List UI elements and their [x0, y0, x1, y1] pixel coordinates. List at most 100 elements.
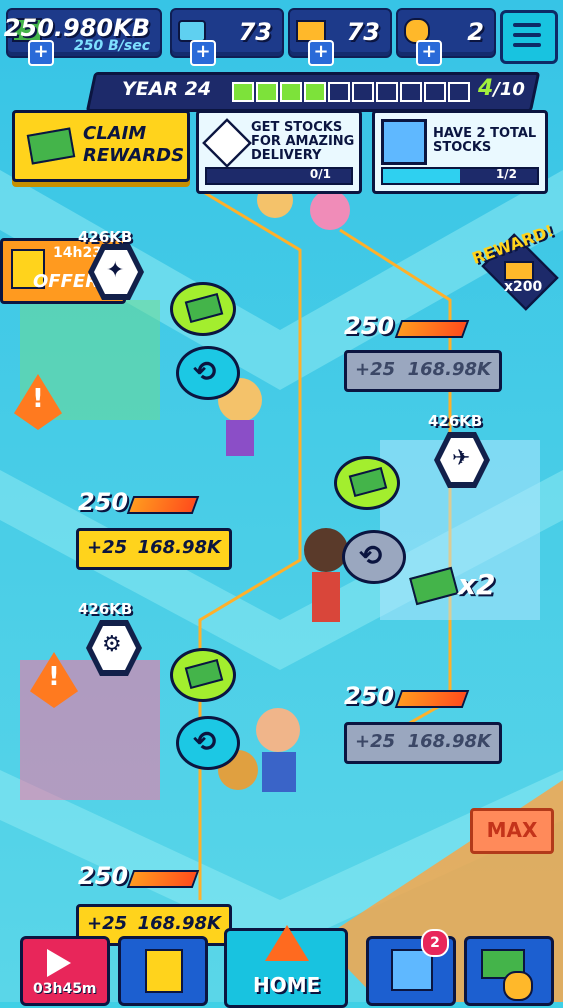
- swap-bubble-2[interactable]: ⟲: [342, 530, 406, 584]
- coins-value: 2: [467, 18, 484, 46]
- quest-2-progress-text: 1/2: [495, 167, 517, 181]
- upgrade-level: 250: [78, 862, 129, 890]
- gold-bar-icon: [296, 20, 326, 42]
- upgrade-arrow-icon: [126, 496, 200, 514]
- swap-icon: ⟲: [359, 539, 383, 572]
- year-segment: [376, 82, 398, 102]
- upgrade-bonus: +25: [87, 537, 128, 558]
- gear-icon: ⚙: [102, 632, 122, 657]
- cards-button[interactable]: [118, 936, 208, 1006]
- claim-label-line2: REWARDS: [83, 145, 185, 166]
- upgrade-bonus: +25: [355, 731, 396, 752]
- gold-value: 73: [346, 18, 380, 46]
- quest-1-line1: GET STOCKS: [251, 120, 343, 135]
- quest-card-stocks-delivery[interactable]: GET STOCKS FOR AMAZING DELIVERY 0/1: [196, 110, 362, 194]
- gold-bar-icon: [504, 261, 534, 281]
- upgrade-button[interactable]: +25 168.98K: [344, 722, 502, 764]
- upgrade-button[interactable]: +25 168.98K: [76, 528, 232, 570]
- collect-cash-bubble-3[interactable]: [170, 648, 236, 702]
- quest-2-line2: STOCKS: [433, 140, 492, 155]
- cash-button[interactable]: [464, 936, 554, 1006]
- video-reward-button[interactable]: 03h45m: [20, 936, 110, 1006]
- quest-2-line1: HAVE 2 TOTAL: [433, 126, 537, 141]
- menu-button[interactable]: [500, 10, 558, 64]
- quest-1-line2: FOR AMAZING: [251, 134, 355, 149]
- upgrade-level: 250: [344, 312, 395, 340]
- quest-1-progress-bar: 0/1: [205, 167, 353, 185]
- upgrade-price: 168.98K: [407, 731, 491, 752]
- coin-stack-icon: [503, 971, 533, 1001]
- kb-resource[interactable]: 250.980KB 250 B/sec +: [4, 8, 162, 66]
- upgrade-price: 168.98K: [407, 359, 491, 380]
- multiplier-label: x2: [458, 568, 496, 601]
- building-2-kb: 426KB: [428, 412, 483, 430]
- quest-1-line3: DELIVERY: [251, 148, 322, 163]
- year-count: 4/10: [478, 76, 525, 101]
- coins-resource[interactable]: 2 +: [396, 8, 496, 66]
- tickets-value: 73: [238, 18, 272, 46]
- add-coins-button[interactable]: +: [416, 40, 442, 66]
- cash-icon: [184, 292, 224, 324]
- year-segment: [448, 82, 470, 102]
- year-segment: [304, 82, 326, 102]
- upgrade-level: 250: [344, 682, 395, 710]
- home-button[interactable]: HOME: [224, 925, 348, 1008]
- hamburger-icon: [513, 23, 541, 27]
- reward-bonus[interactable]: REWARD! x200: [469, 221, 559, 311]
- year-segment: [352, 82, 374, 102]
- max-button[interactable]: MAX: [470, 808, 554, 854]
- cash-icon: [184, 658, 224, 690]
- quest-card-total-stocks[interactable]: HAVE 2 TOTAL STOCKS 1/2: [372, 110, 548, 194]
- upgrade-price: 168.98K: [137, 537, 221, 558]
- claim-rewards-button[interactable]: CLAIM REWARDS: [12, 110, 190, 182]
- home-arrow-icon: [265, 925, 309, 961]
- home-label: HOME: [253, 973, 321, 997]
- swap-icon: ⟲: [193, 725, 217, 758]
- claim-label-line1: CLAIM: [83, 123, 147, 144]
- year-segment: [256, 82, 278, 102]
- upgrade-arrow-icon: [126, 870, 200, 888]
- kb-rate: 250 B/sec: [73, 38, 150, 54]
- gold-resource[interactable]: 73 +: [288, 8, 392, 66]
- upgrade-bonus: +25: [355, 359, 396, 380]
- year-segment: [280, 82, 302, 102]
- tickets-resource[interactable]: 73 +: [170, 8, 284, 66]
- bottom-nav: 03h45m HOME 2: [0, 920, 563, 1008]
- play-icon: [47, 949, 71, 977]
- building-3-kb: 426KB: [78, 600, 133, 618]
- year-label: YEAR 24: [122, 78, 212, 100]
- swap-icon: ⟲: [193, 355, 217, 388]
- shop-badge: 2: [421, 929, 449, 957]
- upgrade-arrow-icon: [394, 320, 470, 338]
- add-kb-button[interactable]: +: [28, 40, 54, 66]
- box-icon: [202, 118, 252, 168]
- year-segment: [232, 82, 254, 102]
- upgrade-arrow-icon: [394, 690, 470, 708]
- swap-bubble-3[interactable]: ⟲: [176, 716, 240, 770]
- ticket-icon: [178, 20, 206, 42]
- upgrade-button[interactable]: +25 168.98K: [344, 350, 502, 392]
- card-icon: [145, 949, 183, 993]
- rocket-icon: ✦: [106, 258, 125, 283]
- shop-button[interactable]: 2: [366, 929, 456, 1006]
- quest-2-progress-fill: [383, 169, 460, 183]
- year-segment: [424, 82, 446, 102]
- add-gold-button[interactable]: +: [308, 40, 334, 66]
- top-resource-bar: 250.980KB 250 B/sec + 73 + 73 + 2 +: [0, 0, 563, 70]
- quest-2-progress-bar: 1/2: [381, 167, 539, 185]
- quest-1-progress-text: 0/1: [309, 167, 331, 181]
- building-1-kb: 426KB: [78, 228, 133, 246]
- video-timer: 03h45m: [33, 981, 97, 997]
- upgrade-level: 250: [78, 488, 129, 516]
- rocket-icon: ✈: [452, 446, 471, 471]
- year-segment: [328, 82, 350, 102]
- year-segment: [400, 82, 422, 102]
- swap-bubble-1[interactable]: ⟲: [176, 346, 240, 400]
- cube-icon: [381, 119, 427, 165]
- cash-icon: [348, 466, 388, 498]
- cash-stack-icon: [26, 127, 76, 165]
- collect-cash-bubble-1[interactable]: [170, 282, 236, 336]
- reward-count: x200: [504, 279, 543, 295]
- collect-cash-bubble-2[interactable]: [334, 456, 400, 510]
- add-tickets-button[interactable]: +: [190, 40, 216, 66]
